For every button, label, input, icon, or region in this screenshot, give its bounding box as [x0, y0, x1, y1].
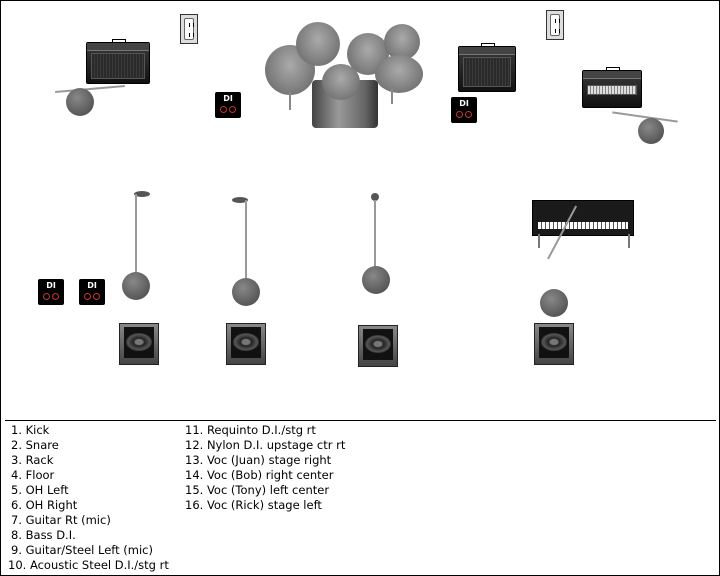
tom-icon [322, 64, 360, 100]
mic-stand-base-icon [232, 278, 260, 306]
cymbal-stand [391, 88, 393, 104]
input-item: 4. Floor [11, 468, 55, 482]
monitor-wedge-icon [119, 323, 159, 365]
cymbal-icon [375, 55, 423, 93]
input-item: 16. Voc (Rick) stage left [185, 498, 322, 512]
input-item: 9. Guitar/Steel Left (mic) [11, 543, 153, 557]
input-item: 11. Requinto D.I./stg rt [185, 423, 316, 437]
mic-stand-base-icon [122, 272, 150, 300]
mic-stand-pole [245, 200, 247, 282]
bass-amp-icon [458, 43, 516, 92]
stage-plot: DI DI DI DI [0, 0, 720, 420]
di-box-icon: DI [38, 279, 64, 305]
mic-stand-pole [374, 200, 376, 268]
power-outlet-icon [546, 10, 564, 40]
mic-stand-base-icon [638, 118, 664, 144]
di-box-icon: DI [79, 279, 105, 305]
cymbal-icon [296, 22, 340, 66]
pedal-steel-icon [532, 200, 634, 236]
monitor-wedge-icon [226, 323, 266, 365]
monitor-wedge-icon [534, 323, 574, 365]
input-item: 7. Guitar Rt (mic) [11, 513, 111, 527]
input-item: 2. Snare [11, 438, 59, 452]
input-item: 15. Voc (Tony) left center [185, 483, 330, 497]
steel-amp-icon [582, 67, 642, 108]
input-item: 3. Rack [11, 453, 54, 467]
input-item: 6. OH Right [11, 498, 78, 512]
input-item: 14. Voc (Bob) right center [185, 468, 334, 482]
input-item: 13. Voc (Juan) stage right [185, 453, 332, 467]
mic-stand-base-icon [362, 266, 390, 294]
input-list-column-2: 11. Requinto D.I./stg rt 12. Nylon D.I. … [185, 423, 345, 513]
monitor-wedge-icon [358, 325, 398, 367]
input-item: 1. Kick [11, 423, 50, 437]
di-box-icon: DI [451, 97, 477, 123]
legend-divider [5, 420, 716, 421]
guitar-amp-icon [86, 39, 150, 84]
mic-stand-base-icon [66, 88, 94, 116]
input-item: 12. Nylon D.I. upstage ctr rt [185, 438, 346, 452]
input-item: 5. OH Left [11, 483, 69, 497]
pedal-steel-legs [538, 234, 630, 248]
mic-stand-pole [135, 194, 137, 274]
input-item: 8. Bass D.I. [11, 528, 76, 542]
input-list-column-1: 1. Kick 2. Snare 3. Rack 4. Floor 5. OH … [8, 423, 169, 573]
di-box-icon: DI [215, 92, 241, 118]
mic-stand-base-icon [540, 289, 568, 317]
cymbal-stand [289, 92, 291, 110]
power-outlet-icon [180, 14, 198, 44]
input-item: 10. Acoustic Steel D.I./stg rt [8, 558, 169, 572]
